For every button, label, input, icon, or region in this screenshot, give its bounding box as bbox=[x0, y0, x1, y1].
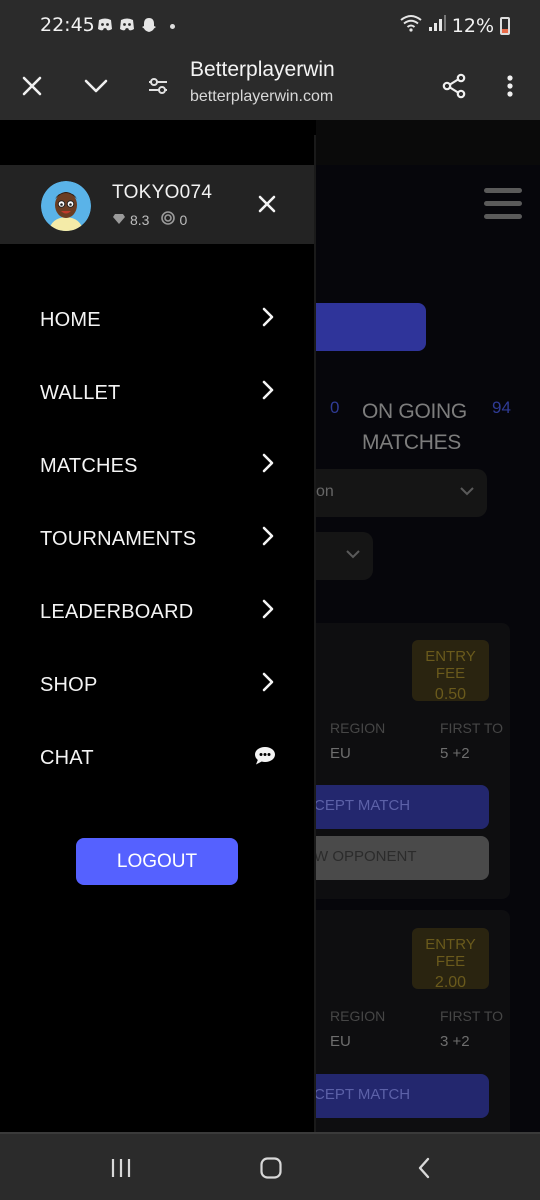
ongoing-matches-label: ON GOING MATCHES bbox=[362, 400, 467, 454]
region-value: EU bbox=[330, 745, 351, 762]
entry-fee-value: 2.00 bbox=[434, 974, 467, 991]
user-stats: 8.3 0 bbox=[112, 211, 193, 228]
view-opponent-button[interactable]: W OPPONENT bbox=[300, 836, 489, 880]
menu-item-leaderboard[interactable]: LEADERBOARD bbox=[0, 577, 314, 650]
menu-item-label: SHOP bbox=[40, 674, 98, 696]
profile-header: TOKYO074 8.3 0 bbox=[0, 165, 314, 244]
first-to-value: 5 +2 bbox=[440, 745, 470, 762]
chevron-down-icon bbox=[459, 483, 475, 501]
chevron-down-icon bbox=[345, 546, 361, 564]
hamburger-icon[interactable] bbox=[484, 188, 522, 227]
back-icon[interactable] bbox=[404, 1152, 444, 1184]
menu-item-shop[interactable]: SHOP bbox=[0, 650, 314, 723]
entry-fee-value: 0.50 bbox=[434, 686, 467, 703]
menu-item-tournaments[interactable]: TOURNAMENTS bbox=[0, 504, 314, 577]
share-icon[interactable] bbox=[434, 66, 474, 106]
tune-icon[interactable] bbox=[138, 66, 178, 106]
entry-fee-label: ENTRY FEE bbox=[425, 648, 476, 682]
first-to-label: FIRST TO bbox=[440, 720, 504, 736]
accept-match-button[interactable]: CEPT MATCH bbox=[300, 785, 489, 829]
logout-button[interactable]: LOGOUT bbox=[76, 838, 238, 885]
ongoing-count-right: 94 bbox=[492, 398, 511, 417]
first-to-label: FIRST TO bbox=[440, 1008, 504, 1024]
region-value: EU bbox=[330, 1033, 351, 1050]
status-bar: 22:45 12% bbox=[0, 0, 540, 52]
drawer-menu: HOME WALLET MATCHES TOURNAMENTS LEADERBO… bbox=[0, 285, 314, 796]
drawer-divider bbox=[314, 135, 316, 1135]
close-icon[interactable] bbox=[12, 66, 52, 106]
search-button[interactable]: H bbox=[300, 303, 426, 351]
status-time: 22:45 bbox=[40, 14, 95, 36]
menu-item-wallet[interactable]: WALLET bbox=[0, 358, 314, 431]
menu-item-home[interactable]: HOME bbox=[0, 285, 314, 358]
menu-item-label: WALLET bbox=[40, 382, 121, 404]
chevron-down-icon[interactable] bbox=[76, 66, 116, 106]
menu-item-label: HOME bbox=[40, 309, 101, 331]
browser-toolbar: Betterplayerwin betterplayerwin.com bbox=[0, 52, 540, 120]
username: TOKYO074 bbox=[112, 182, 213, 203]
snapchat-icon bbox=[140, 16, 158, 34]
battery-percent: 12% bbox=[451, 14, 494, 37]
wifi-icon bbox=[400, 14, 422, 37]
signal-icon bbox=[428, 14, 446, 37]
filter-select-value: on bbox=[316, 483, 334, 500]
menu-item-chat[interactable]: CHAT bbox=[0, 723, 314, 796]
browser-title: Betterplayerwin bbox=[190, 58, 335, 81]
entry-fee-label: ENTRY FEE bbox=[425, 936, 476, 970]
notification-dot bbox=[170, 24, 175, 29]
menu-item-label: CHAT bbox=[40, 747, 94, 769]
discord-icon bbox=[118, 16, 136, 34]
avatar[interactable] bbox=[41, 181, 91, 231]
rating-stat: 8.3 bbox=[112, 212, 149, 228]
discord-icon bbox=[96, 16, 114, 34]
first-to-value: 3 +2 bbox=[440, 1033, 470, 1050]
region-label: REGION bbox=[330, 720, 386, 736]
points-stat: 0 bbox=[161, 211, 187, 228]
entry-fee-box: ENTRY FEE 2.00 bbox=[412, 928, 489, 991]
chevron-right-icon bbox=[260, 597, 276, 621]
region-label: REGION bbox=[330, 1008, 386, 1024]
entry-fee-box: ENTRY FEE 0.50 bbox=[412, 640, 489, 703]
chevron-right-icon bbox=[260, 670, 276, 694]
menu-item-matches[interactable]: MATCHES bbox=[0, 431, 314, 504]
close-icon[interactable] bbox=[254, 191, 280, 217]
more-vert-icon[interactable] bbox=[490, 66, 530, 106]
home-icon[interactable] bbox=[251, 1152, 291, 1184]
chevron-right-icon bbox=[260, 451, 276, 475]
chevron-right-icon bbox=[260, 378, 276, 402]
accept-match-button[interactable]: CEPT MATCH bbox=[300, 1074, 489, 1118]
chat-bubble-icon bbox=[253, 745, 277, 767]
filter-select[interactable]: on bbox=[300, 469, 487, 517]
match-card: ENTRY FEE 0.50 REGION EU FIRST TO 5 +2 C… bbox=[300, 623, 510, 899]
chevron-right-icon bbox=[260, 305, 276, 329]
drawer-top-strip bbox=[0, 120, 316, 165]
ongoing-count-left: 0 bbox=[330, 398, 340, 417]
rating-value: 8.3 bbox=[130, 211, 150, 228]
notification-icons bbox=[96, 16, 158, 34]
diamond-icon bbox=[112, 212, 126, 228]
menu-item-label: LEADERBOARD bbox=[40, 601, 194, 623]
chevron-right-icon bbox=[260, 524, 276, 548]
system-nav-bar bbox=[0, 1132, 540, 1200]
target-icon bbox=[161, 211, 176, 228]
browser-url[interactable]: betterplayerwin.com bbox=[190, 88, 333, 106]
menu-item-label: MATCHES bbox=[40, 455, 138, 477]
system-status: 12% bbox=[400, 14, 510, 37]
menu-item-label: TOURNAMENTS bbox=[40, 528, 197, 550]
battery-icon bbox=[500, 16, 510, 35]
points-value: 0 bbox=[179, 211, 188, 228]
match-card: ENTRY FEE 2.00 REGION EU FIRST TO 3 +2 C… bbox=[300, 910, 510, 1132]
side-drawer: TOKYO074 8.3 0 HOME WALLET MATCHES TOURN… bbox=[0, 120, 316, 1132]
recents-icon[interactable] bbox=[101, 1152, 141, 1184]
